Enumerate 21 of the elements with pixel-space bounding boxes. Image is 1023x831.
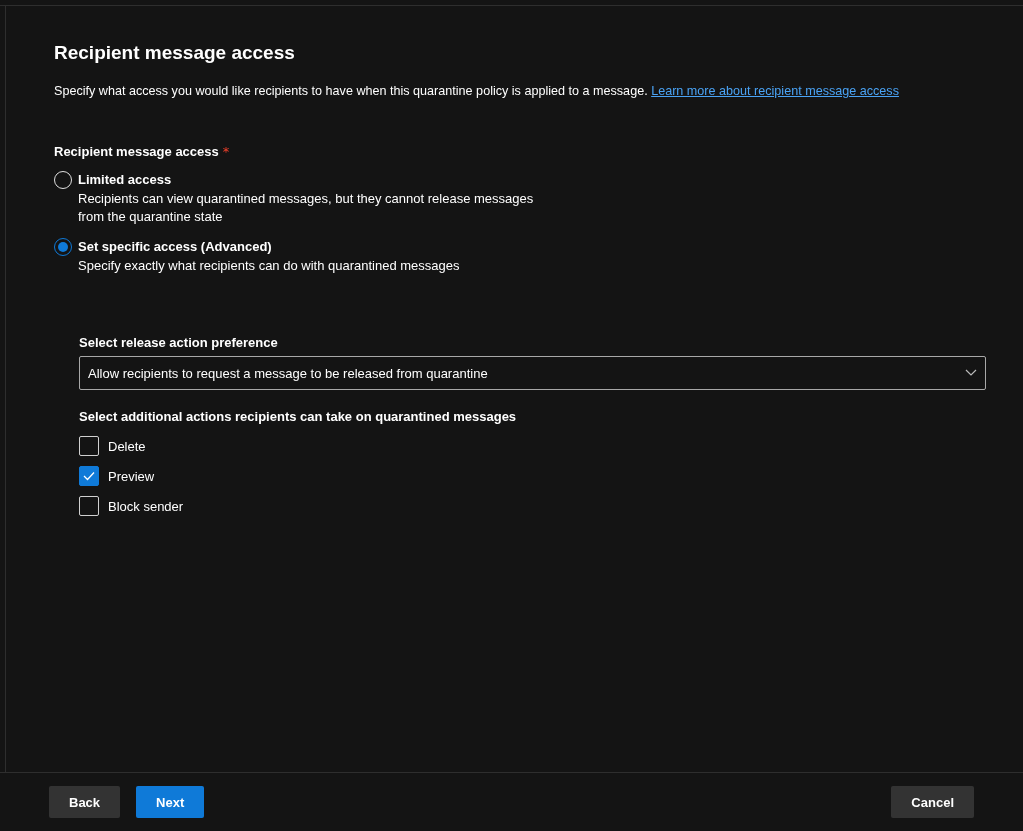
learn-more-link[interactable]: Learn more about recipient message access (651, 84, 899, 98)
checkbox-label: Block sender (108, 498, 184, 514)
field-label: Recipient message access (54, 144, 219, 159)
option-label: Set specific access (Advanced) (78, 238, 273, 256)
checkbox-label: Delete (108, 438, 146, 454)
checkbox-label: Preview (108, 468, 155, 484)
option-description: Specify exactly what recipients can do with quarantined messages (78, 257, 460, 275)
release-dropdown[interactable]: Allow recipients to request a message to be released from quarantine (79, 356, 986, 390)
field-label: Select release action preference (79, 335, 279, 350)
field-label: Select additional actions recipients can take on quarantined messages (79, 409, 518, 424)
option-description: Recipients can view quarantined messages, but they cannot release messages from the quarantine state (78, 190, 535, 226)
chevron-down-icon (965, 369, 977, 377)
checkbox[interactable] (79, 466, 99, 486)
page-title: Recipient message access (54, 42, 296, 64)
checkmark-icon (83, 471, 95, 481)
description-text: Specify what access you would like recipients to have when this quarantine policy is applied to a message. Learn more about recipient message access (54, 83, 900, 100)
primary-button[interactable]: Next (136, 786, 205, 818)
secondary-button[interactable]: Back (49, 786, 121, 818)
option-label: Limited access (78, 171, 173, 189)
secondary-button[interactable]: Cancel (891, 786, 974, 818)
required-mark: * (222, 144, 230, 159)
